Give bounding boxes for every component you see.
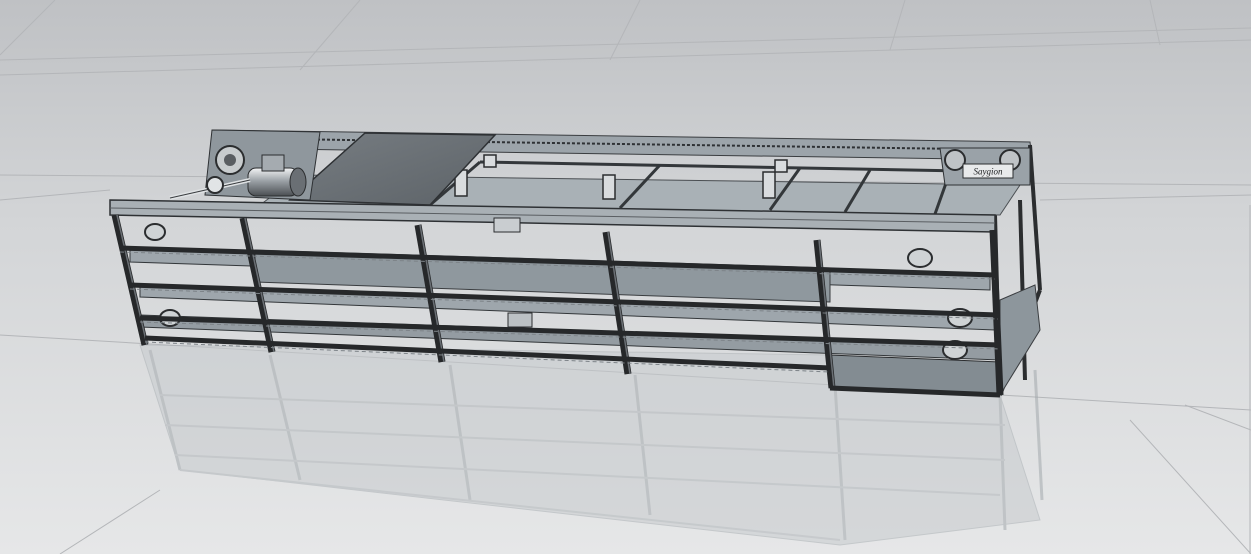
conveyor-frame-3d-model[interactable]: Saygion: [0, 0, 1251, 554]
model-label-text: Saygion: [974, 167, 1003, 177]
right-drive-assembly: Saygion: [939, 147, 1031, 186]
center-bracket: [507, 312, 533, 328]
cad-3d-viewport[interactable]: Saygion: [0, 0, 1251, 554]
